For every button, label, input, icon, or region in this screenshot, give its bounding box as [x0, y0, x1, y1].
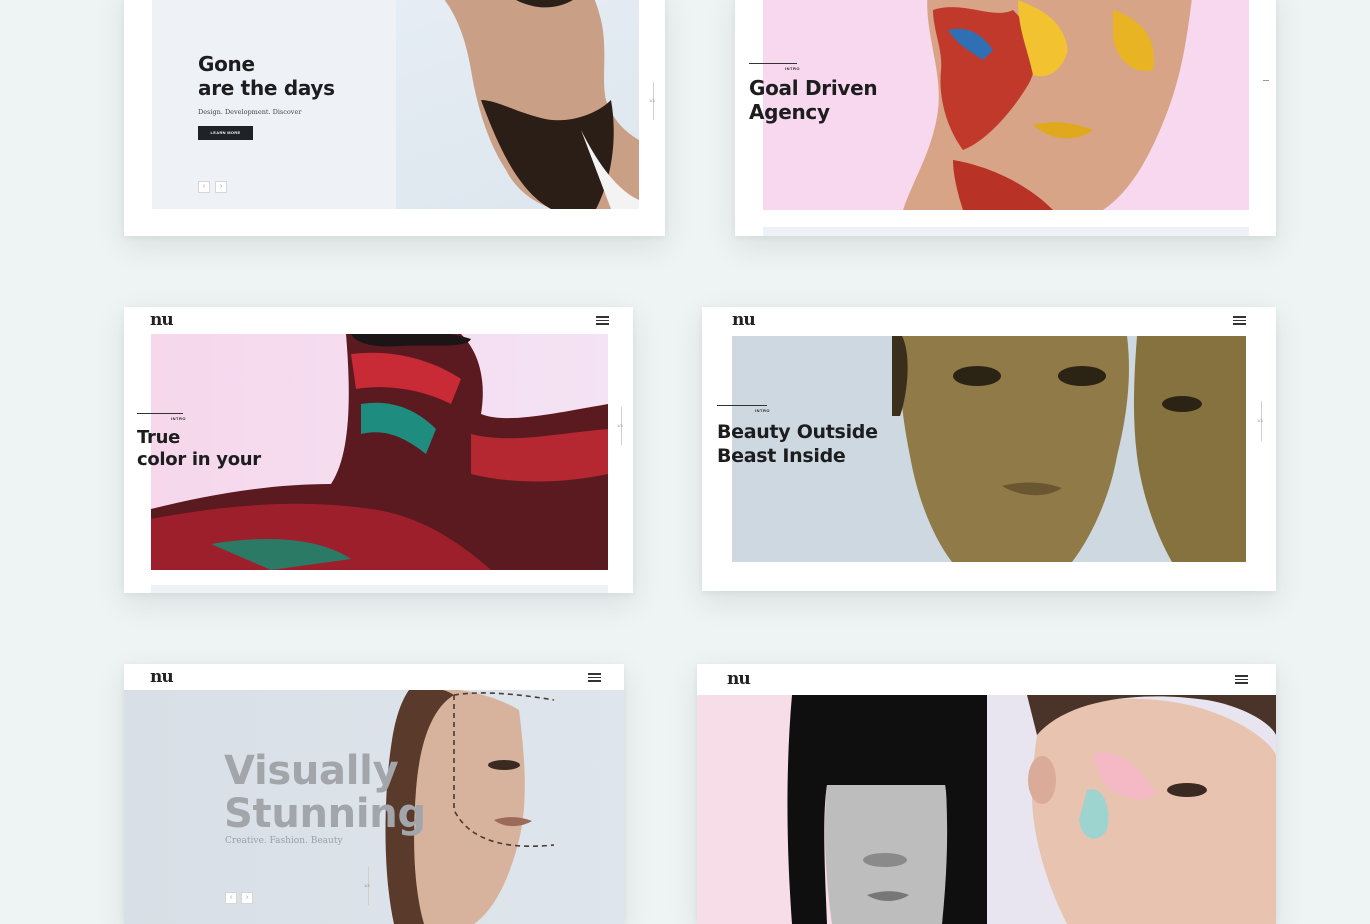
brand-logo[interactable]: nu	[732, 312, 756, 329]
brand-logo[interactable]: nu	[150, 669, 174, 686]
intro-line	[137, 413, 183, 414]
hero-image-bearded-man	[396, 0, 639, 209]
hero-headline: Beauty Outside Beast Inside	[717, 421, 878, 467]
intro-line	[749, 63, 797, 64]
template-card-beauty[interactable]: nu INTRO Beauty Outside Beast Inside 1/3	[702, 307, 1276, 591]
next-arrow-button[interactable]: ›	[241, 892, 253, 904]
hero-headline: Goal Driven Agency	[749, 76, 878, 124]
slide-counter: 1/3	[364, 883, 370, 888]
hero-subtitle: Design. Development. Discover	[198, 108, 302, 116]
prev-arrow-button[interactable]: ‹	[198, 181, 210, 193]
hero-subtitle: Creative. Fashion. Beauty	[225, 836, 343, 846]
slide-counter: 1/3	[1257, 418, 1263, 423]
hamburger-menu-icon[interactable]	[596, 316, 609, 325]
slide-indicator-line	[1263, 80, 1269, 81]
hamburger-menu-icon[interactable]	[1235, 675, 1248, 684]
intro-line	[717, 405, 767, 406]
hamburger-menu-icon[interactable]	[1233, 316, 1246, 325]
hero-image-cream-cheek	[987, 695, 1276, 924]
learn-more-button[interactable]: LEARN MORE	[198, 126, 253, 140]
next-arrow-button[interactable]: ›	[215, 181, 227, 193]
brand-logo[interactable]: nu	[727, 671, 751, 688]
prev-arrow-button[interactable]: ‹	[225, 892, 237, 904]
hero-left-panel	[152, 0, 396, 209]
brand-logo[interactable]: nu	[150, 312, 174, 329]
template-card-visually[interactable]: nu Visually Stunning Creative. Fashion. …	[124, 664, 624, 924]
slide-counter: 1/3	[617, 423, 623, 428]
template-card-goal[interactable]: INTRO Goal Driven Agency	[735, 0, 1276, 236]
hero-headline: True color in your	[137, 427, 261, 470]
template-card-split[interactable]: nu	[697, 664, 1276, 924]
hero-headline: Visually Stunning	[224, 748, 426, 837]
hero-image-black-bob	[697, 695, 987, 924]
intro-label: INTRO	[755, 408, 770, 413]
hero-headline: Gone are the days	[198, 52, 335, 100]
intro-label: INTRO	[171, 416, 186, 421]
slide-counter: 1/3	[649, 98, 655, 103]
template-card-gone[interactable]: Gone are the days Design. Development. D…	[124, 0, 665, 236]
template-card-true-color[interactable]: nu INTRO True color in your 1/3	[124, 307, 633, 593]
next-section-strip	[763, 227, 1249, 236]
next-section-strip	[151, 585, 608, 593]
hamburger-menu-icon[interactable]	[588, 673, 601, 682]
intro-label: INTRO	[785, 66, 800, 71]
